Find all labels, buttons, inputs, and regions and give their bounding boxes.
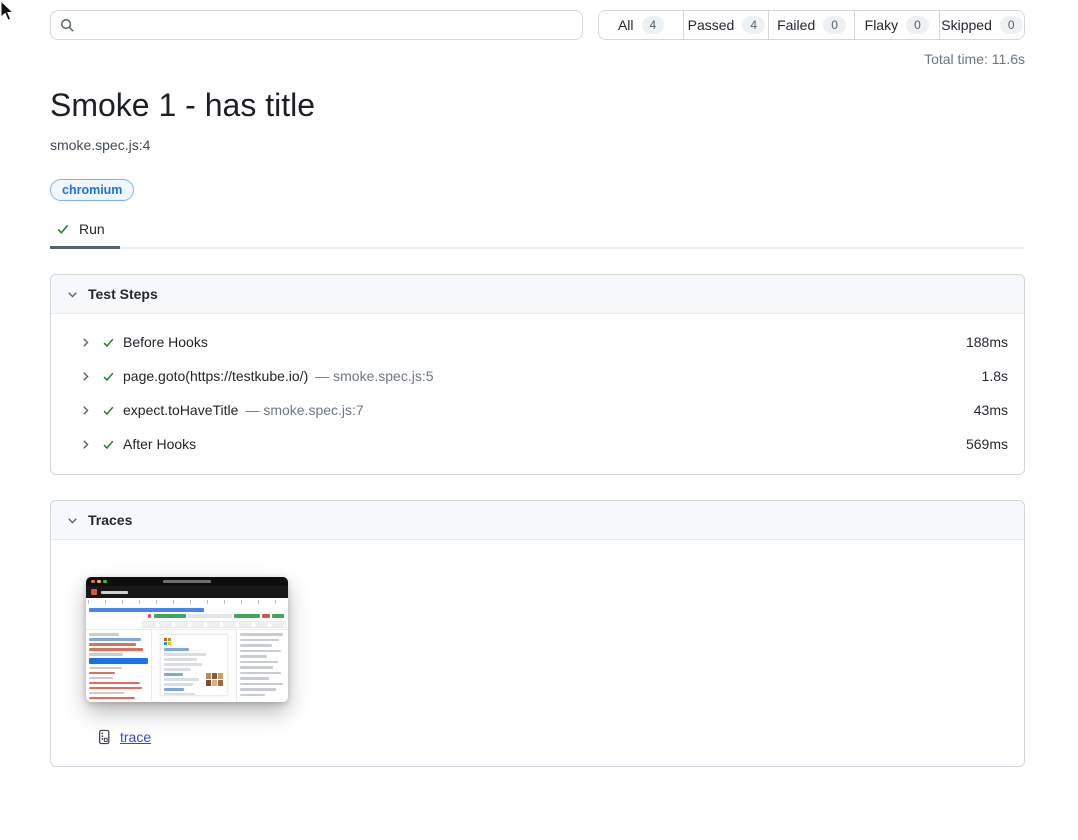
filter-count-badge: 0: [906, 16, 929, 34]
step-title: Before Hooks: [123, 334, 208, 350]
trace-thumb-timeline: [86, 598, 288, 630]
filter-tab-flaky[interactable]: Flaky 0: [855, 11, 940, 39]
filter-tab-passed[interactable]: Passed 4: [684, 11, 769, 39]
filter-count-badge: 0: [1000, 16, 1023, 34]
trace-thumb-screenshot: [152, 630, 236, 702]
check-icon: [102, 404, 115, 417]
trace-thumb-titlebar: [86, 577, 288, 586]
filter-label: Passed: [688, 17, 735, 33]
mini-photo-grid: [206, 673, 223, 686]
chevron-down-icon: [67, 515, 78, 526]
traces-panel-header[interactable]: Traces: [51, 501, 1024, 540]
traces-panel: Traces: [50, 500, 1025, 767]
page-title: Smoke 1 - has title: [50, 87, 1025, 124]
step-title: page.goto(https://testkube.io/): [123, 368, 308, 384]
step-row-page-goto[interactable]: page.goto(https://testkube.io/) — smoke.…: [51, 359, 1024, 393]
filter-count-badge: 4: [642, 16, 665, 34]
run-tab-strip: Run: [50, 214, 1025, 249]
filter-tab-skipped[interactable]: Skipped 0: [940, 11, 1024, 39]
report-page: All 4 Passed 4 Failed 0 Flaky 0 Skipped …: [50, 0, 1025, 767]
search-box[interactable]: [50, 10, 583, 40]
tab-run[interactable]: Run: [50, 214, 120, 249]
trace-thumb-log-list: [236, 630, 288, 702]
top-bar: All 4 Passed 4 Failed 0 Flaky 0 Skipped …: [50, 0, 1025, 40]
test-steps-list: Before Hooks 188ms page.goto(https://tes…: [51, 314, 1024, 474]
check-icon: [102, 438, 115, 451]
mouse-cursor-icon: [0, 0, 17, 22]
test-steps-panel: Test Steps Before Hooks 188ms page.goto(…: [50, 274, 1025, 475]
chevron-right-icon: [80, 439, 91, 450]
step-title: After Hooks: [123, 436, 196, 452]
total-time-label: Total time: 11.6s: [50, 51, 1025, 67]
step-duration: 188ms: [966, 334, 1008, 350]
project-badge-chromium[interactable]: chromium: [50, 179, 134, 201]
filter-count-badge: 0: [823, 16, 846, 34]
check-icon: [56, 222, 70, 236]
trace-thumb-toolbar: [86, 586, 288, 598]
filter-label: Skipped: [941, 17, 992, 33]
trace-link[interactable]: trace: [120, 729, 151, 745]
step-duration: 43ms: [974, 402, 1008, 418]
test-steps-panel-header[interactable]: Test Steps: [51, 275, 1024, 314]
filter-count-badge: 4: [742, 16, 765, 34]
mini-logo: [164, 638, 224, 645]
filter-tab-group: All 4 Passed 4 Failed 0 Flaky 0 Skipped …: [598, 10, 1025, 40]
chevron-right-icon: [80, 405, 91, 416]
tab-run-label: Run: [79, 221, 105, 237]
chevron-down-icon: [67, 289, 78, 300]
step-location: — smoke.spec.js:5: [315, 368, 433, 384]
panel-title: Test Steps: [88, 286, 158, 302]
search-input[interactable]: [82, 16, 573, 34]
step-row-after-hooks[interactable]: After Hooks 569ms: [51, 427, 1024, 461]
traces-panel-body: trace: [51, 540, 1024, 766]
chevron-right-icon: [80, 371, 91, 382]
trace-thumb-main: [86, 630, 288, 702]
chevron-right-icon: [80, 337, 91, 348]
step-location: — smoke.spec.js:7: [245, 402, 363, 418]
check-icon: [102, 336, 115, 349]
test-file-location: smoke.spec.js:4: [50, 137, 1025, 153]
step-title: expect.toHaveTitle: [123, 402, 238, 418]
trace-file-icon: [97, 729, 111, 745]
step-row-before-hooks[interactable]: Before Hooks 188ms: [51, 325, 1024, 359]
filter-label: All: [618, 17, 634, 33]
trace-attachment-row: trace: [97, 729, 1008, 745]
trace-thumbnail[interactable]: [86, 577, 288, 702]
search-icon: [60, 18, 75, 33]
panel-title: Traces: [88, 512, 132, 528]
step-duration: 569ms: [966, 436, 1008, 452]
filter-tab-failed[interactable]: Failed 0: [769, 11, 854, 39]
filter-label: Failed: [777, 17, 815, 33]
step-row-expect-tohavetitle[interactable]: expect.toHaveTitle — smoke.spec.js:7 43m…: [51, 393, 1024, 427]
trace-thumb-actions-list: [86, 630, 152, 702]
check-icon: [102, 370, 115, 383]
filter-tab-all[interactable]: All 4: [599, 11, 684, 39]
step-duration: 1.8s: [982, 368, 1008, 384]
filter-label: Flaky: [865, 17, 898, 33]
